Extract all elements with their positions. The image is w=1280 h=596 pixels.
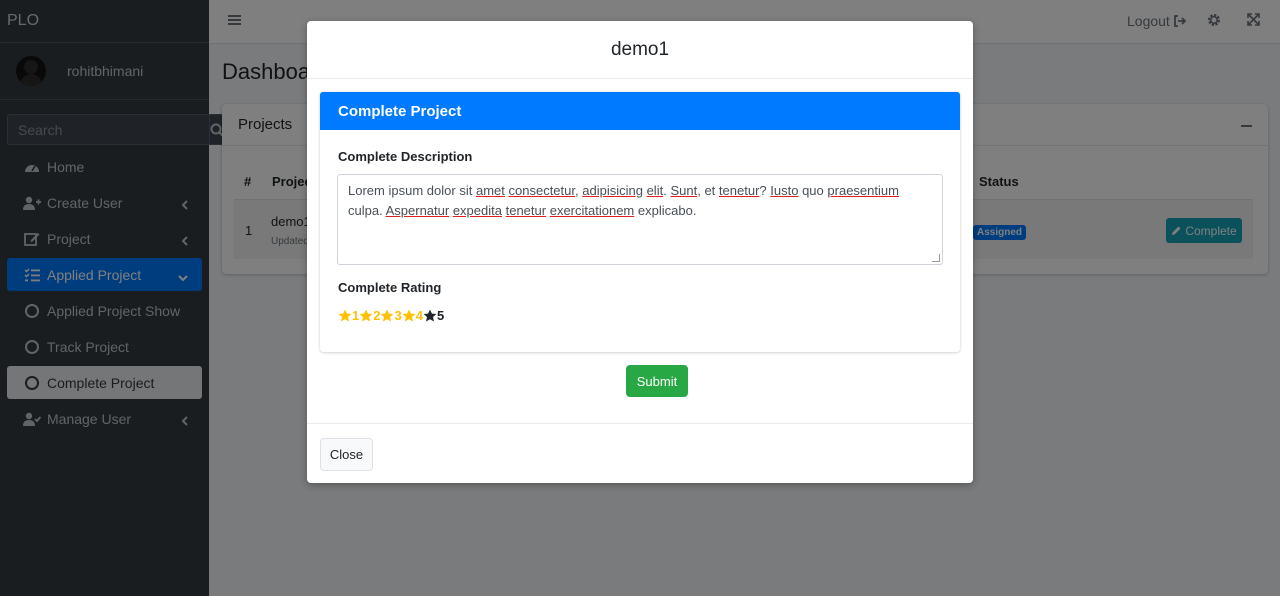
rating-option-2[interactable]: 2 [359, 308, 380, 323]
complete-project-modal: demo1 Complete Project Complete Descript… [307, 21, 973, 483]
rating-value: 4 [415, 308, 423, 323]
rating-value: 2 [373, 308, 381, 323]
description-text: Lorem ipsum dolor sit amet consectetur, … [348, 183, 899, 218]
star-icon [402, 309, 416, 322]
rating-label: Complete Rating [338, 280, 442, 295]
rating-value: 3 [394, 308, 402, 323]
close-button[interactable]: Close [320, 438, 373, 471]
complete-project-card-title: Complete Project [320, 92, 960, 130]
star-icon [423, 309, 437, 322]
star-icon [381, 309, 394, 322]
description-label: Complete Description [338, 149, 473, 164]
rating-option-5[interactable]: 5 [423, 308, 444, 323]
rating-option-1[interactable]: 1 [338, 308, 359, 323]
rating-option-4[interactable]: 4 [402, 308, 423, 323]
description-textarea[interactable]: Lorem ipsum dolor sit amet consectetur, … [337, 174, 943, 265]
modal-footer: Close [307, 423, 973, 483]
resize-handle[interactable] [932, 254, 940, 262]
submit-button[interactable]: Submit [626, 365, 688, 397]
modal-header: demo1 [307, 21, 973, 79]
star-icon [338, 309, 352, 322]
modal-title: demo1 [610, 38, 670, 60]
star-rating: 1 2 3 4 5 [338, 308, 444, 323]
rating-option-3[interactable]: 3 [380, 308, 402, 323]
rating-value: 5 [436, 308, 445, 323]
star-icon [359, 309, 373, 322]
complete-project-card: Complete Project Complete Description Lo… [320, 92, 960, 352]
rating-value: 1 [352, 308, 360, 323]
